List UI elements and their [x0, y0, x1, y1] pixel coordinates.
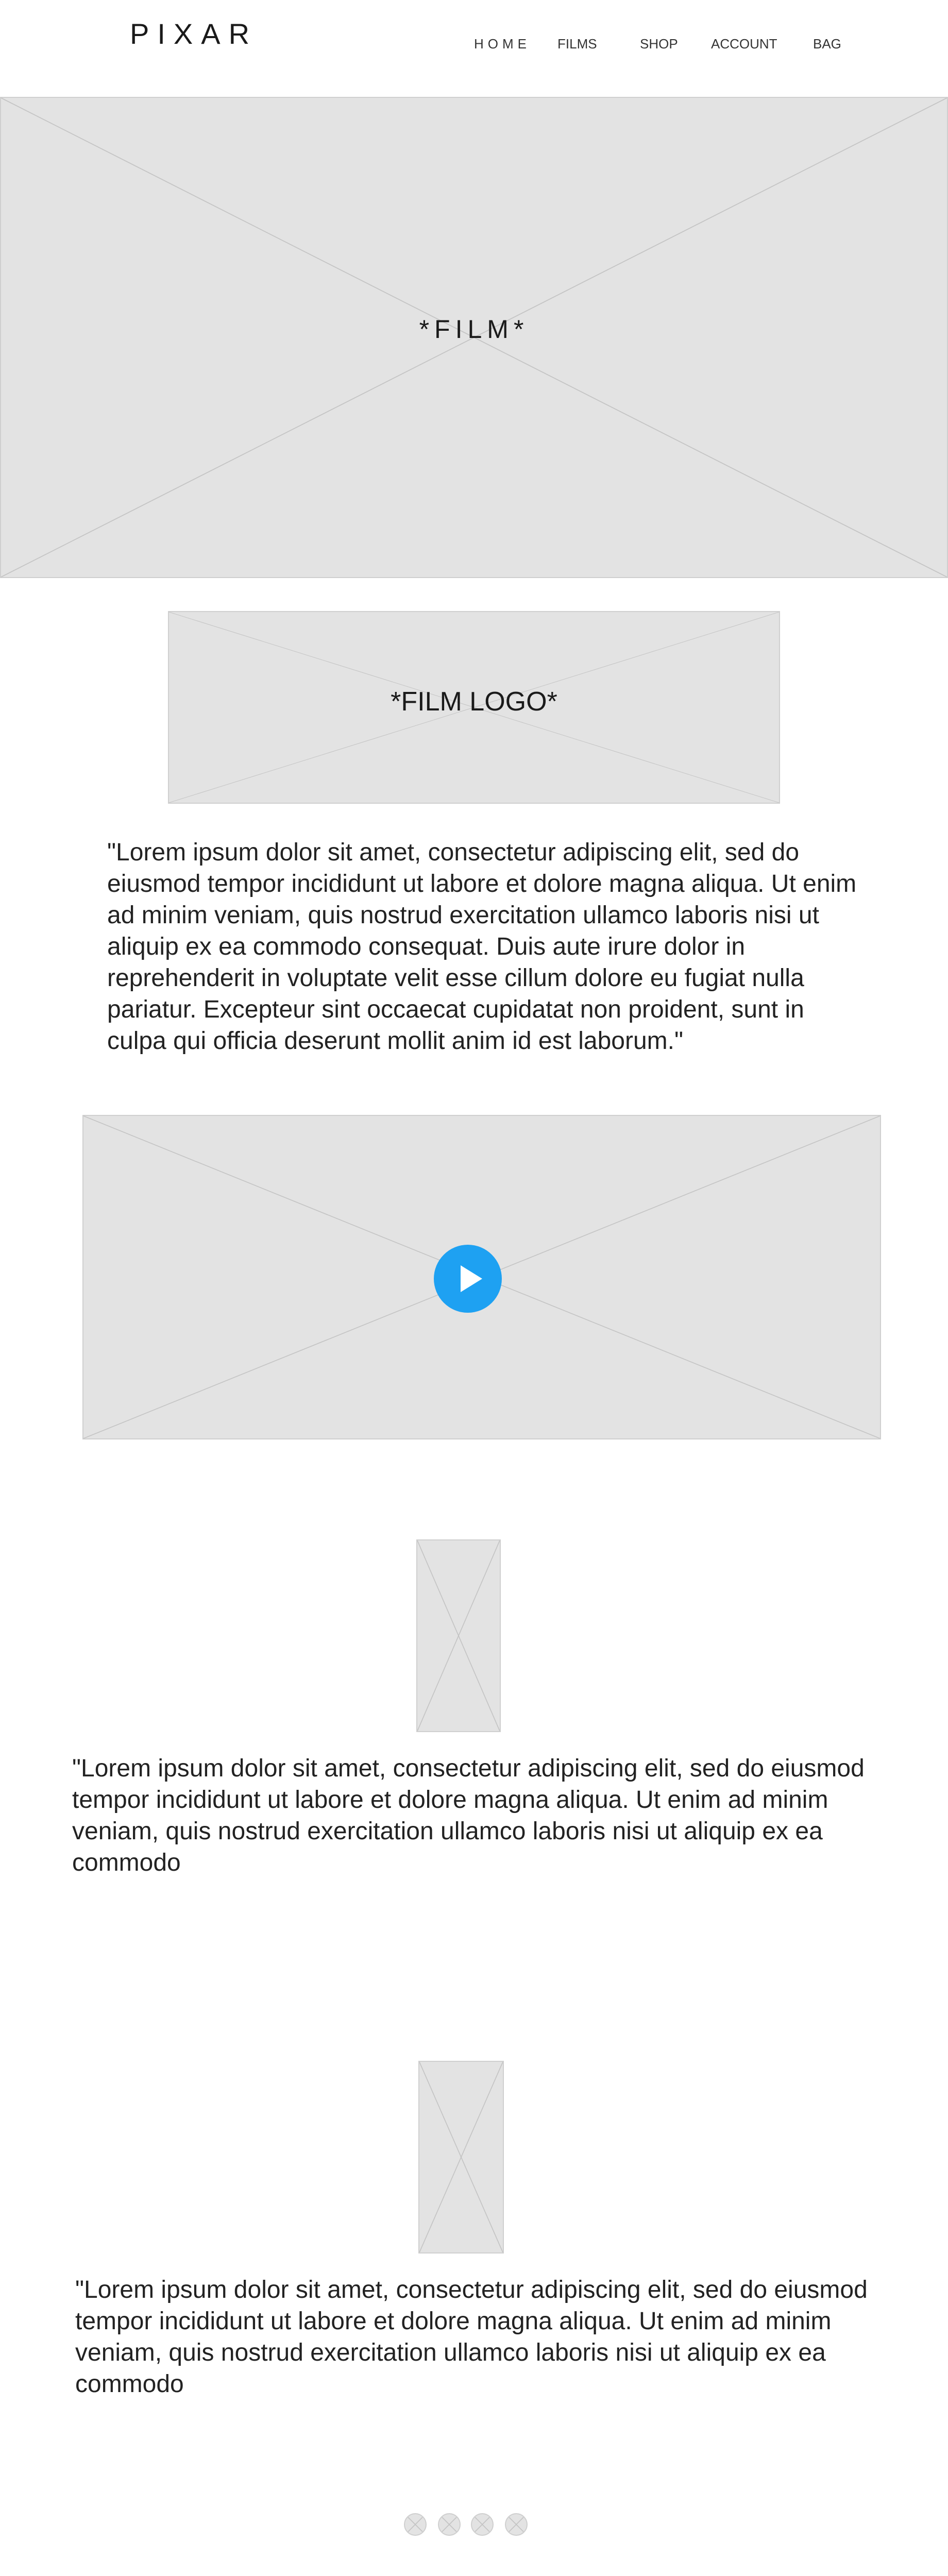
- film-logo-image: *FILM LOGO*: [168, 611, 780, 804]
- hero-film-image: *FILM*: [0, 97, 948, 578]
- pixar-logo[interactable]: PIXAR: [130, 20, 258, 48]
- nav-shop-link[interactable]: SHOP: [640, 37, 678, 50]
- feature-text: "Lorem ipsum dolor sit amet, consectetur…: [75, 2276, 868, 2398]
- placeholder-cross-icon: [475, 2517, 490, 2532]
- placeholder-cross-icon: [408, 2517, 423, 2532]
- nav-account-link[interactable]: ACCOUNT: [711, 37, 777, 50]
- hero-film-label: *FILM*: [419, 315, 529, 344]
- pagination-dot-3[interactable]: [471, 2513, 494, 2536]
- pagination-dot-2[interactable]: [438, 2513, 461, 2536]
- pagination-dot-1[interactable]: [404, 2513, 427, 2536]
- placeholder-cross-icon: [509, 2517, 524, 2532]
- film-logo-label: *FILM LOGO*: [391, 687, 557, 717]
- feature-thumbnail: [416, 1539, 501, 1732]
- play-icon[interactable]: [434, 1245, 502, 1313]
- nav-bag-link[interactable]: BAG: [813, 37, 841, 50]
- feature-thumbnail: [418, 2061, 504, 2253]
- placeholder-cross-icon: [417, 1540, 500, 1731]
- feature-text: "Lorem ipsum dolor sit amet, consectetur…: [72, 1755, 865, 1876]
- placeholder-cross-icon: [442, 2517, 457, 2532]
- pagination-dot-4[interactable]: [505, 2513, 528, 2536]
- video-player[interactable]: [82, 1115, 881, 1439]
- nav-films-link[interactable]: FILMS: [557, 37, 597, 50]
- nav-home-link[interactable]: HOME: [474, 37, 531, 50]
- placeholder-cross-icon: [419, 2062, 503, 2252]
- film-description: "Lorem ipsum dolor sit amet, consectetur…: [107, 839, 857, 1055]
